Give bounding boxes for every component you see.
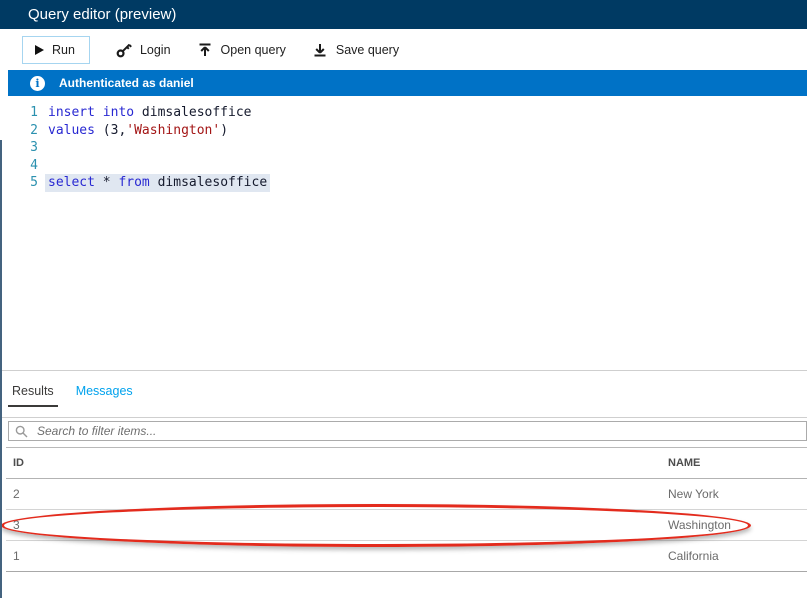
table-row[interactable]: 1 California [6, 541, 807, 572]
cell-id: 1 [13, 549, 20, 563]
open-upload-icon [197, 42, 213, 58]
results-panel-tabs: Results Messages [12, 384, 133, 398]
editor-results-divider [0, 370, 807, 371]
open-query-button[interactable]: Open query [196, 41, 286, 58]
key-icon [116, 42, 132, 58]
results-table-body: 2 New York 3 Washington 1 California [6, 479, 807, 572]
cell-name: New York [668, 487, 719, 501]
code-line[interactable]: 5 select * from dimsalesoffice [0, 174, 807, 192]
line-number: 3 [30, 140, 38, 155]
tabs-divider [0, 417, 807, 418]
run-button-label: Run [52, 42, 75, 57]
query-toolbar: Run Login Open query Save query [0, 29, 807, 70]
active-tab-underline [8, 405, 58, 407]
blade-left-edge [0, 140, 2, 598]
line-number: 1 [30, 105, 38, 120]
info-icon: i [30, 75, 45, 91]
filter-search-box[interactable]: Search to filter items... [8, 421, 807, 441]
table-row[interactable]: 3 Washington [6, 510, 807, 541]
search-icon [15, 425, 28, 438]
code-line[interactable]: 3 [0, 139, 807, 157]
results-table: ID NAME 2 New York 3 Washington 1 California [6, 447, 807, 572]
auth-status-bar: i Authenticated as daniel [8, 70, 807, 96]
line-number: 4 [30, 157, 38, 173]
line-number: 5 [30, 175, 38, 190]
login-button[interactable]: Login [115, 41, 171, 58]
open-query-button-label: Open query [220, 42, 286, 57]
results-table-header: ID NAME [6, 447, 807, 479]
auth-status-text: Authenticated as daniel [59, 76, 194, 90]
cell-name: Washington [668, 518, 731, 532]
save-download-icon [312, 42, 328, 58]
column-header-name[interactable]: NAME [668, 457, 700, 469]
save-query-button[interactable]: Save query [311, 41, 400, 58]
cell-id: 2 [13, 487, 20, 501]
cell-id: 3 [13, 518, 20, 532]
column-header-id[interactable]: ID [13, 457, 24, 469]
code-line[interactable]: 4 [0, 157, 807, 175]
tab-messages[interactable]: Messages [76, 384, 133, 398]
login-button-label: Login [139, 42, 171, 57]
blade-header: Query editor (preview) [0, 0, 807, 29]
save-query-button-label: Save query [335, 42, 400, 57]
code-text: select * from dimsalesoffice [45, 174, 271, 192]
code-text: values (3,'Washington') [48, 122, 229, 138]
play-icon [35, 44, 44, 55]
tab-results[interactable]: Results [12, 384, 54, 398]
sql-code-editor[interactable]: 1 insert into dimsalesoffice 2 values (3,'W… [0, 96, 807, 192]
table-row[interactable]: 2 New York [6, 479, 807, 510]
code-line[interactable]: 1 insert into dimsalesoffice [0, 104, 807, 122]
line-number: 2 [30, 122, 38, 138]
run-button[interactable]: Run [22, 35, 90, 64]
code-text: insert into dimsalesoffice [48, 105, 252, 120]
page-title: Query editor (preview) [28, 6, 177, 23]
cell-name: California [668, 549, 719, 563]
search-placeholder: Search to filter items... [37, 424, 157, 438]
code-line[interactable]: 2 values (3,'Washington') [0, 122, 807, 140]
